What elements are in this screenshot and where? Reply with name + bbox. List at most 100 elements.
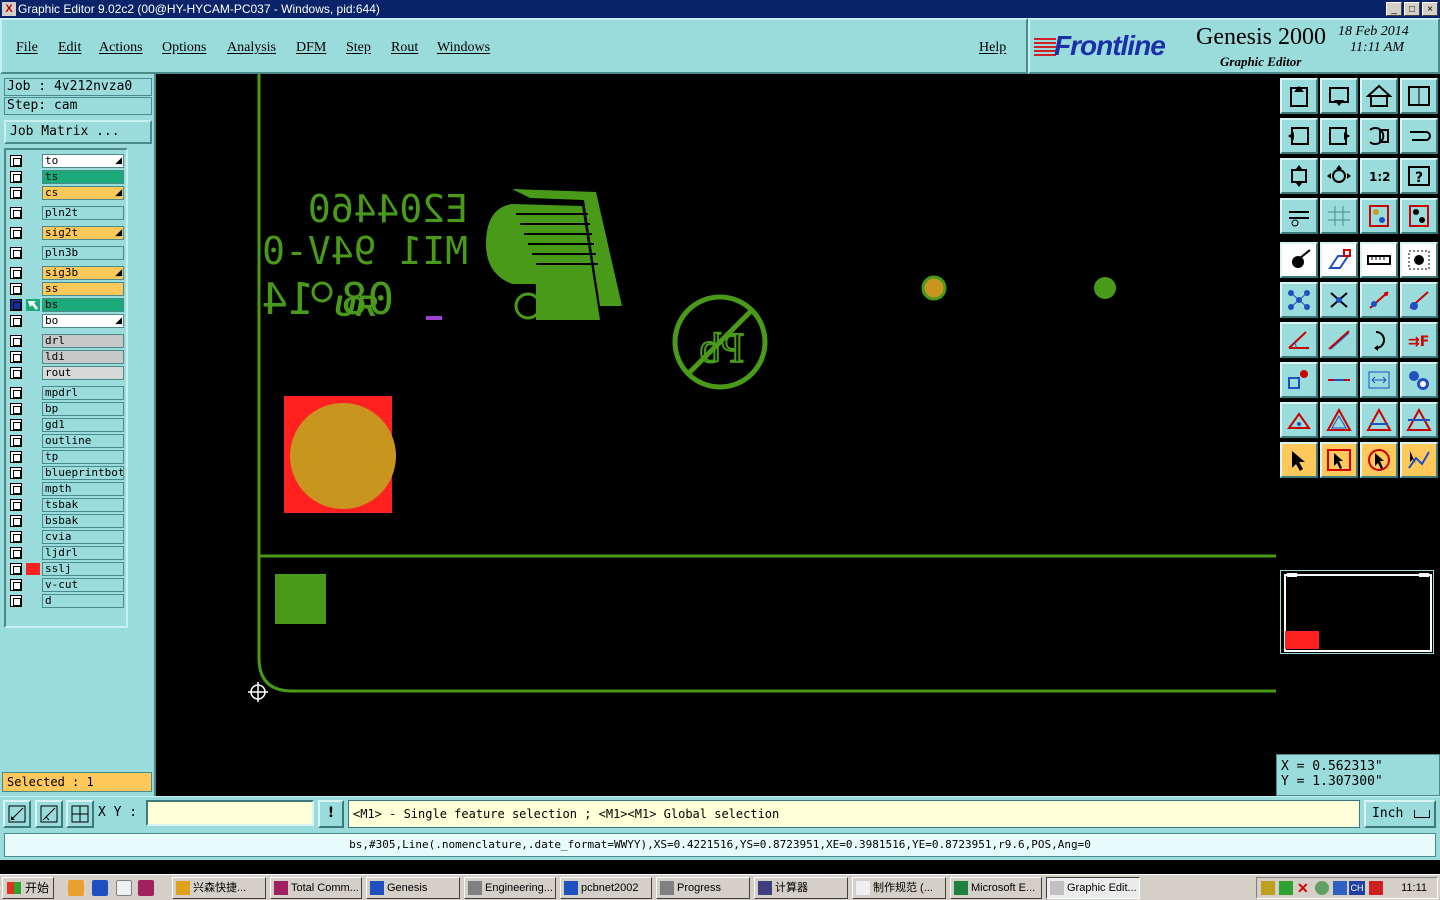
layer-checkbox[interactable] [10, 267, 22, 279]
via-pad[interactable] [921, 275, 947, 301]
layer-checkbox[interactable] [10, 403, 22, 415]
layer-row-d[interactable]: d [8, 594, 126, 608]
layer-checkbox[interactable] [10, 499, 22, 511]
taskbar-item[interactable]: Genesis [366, 877, 460, 899]
query-button[interactable]: ? [1400, 158, 1438, 194]
menu-file[interactable]: File [16, 40, 38, 56]
measure-box-button[interactable] [1360, 362, 1398, 398]
cross-snap-button[interactable] [1320, 282, 1358, 318]
menu-step[interactable]: Step [346, 40, 371, 56]
layers-color-button[interactable] [1360, 198, 1398, 234]
measure-ruler-button[interactable] [1360, 242, 1398, 278]
layer-name[interactable]: ljdrl [42, 546, 124, 560]
layer-row-ldi[interactable]: ldi [8, 350, 126, 364]
job-matrix-button[interactable]: Job Matrix ... [4, 120, 152, 144]
layer-name[interactable]: rout [42, 366, 124, 380]
taskbar-item[interactable]: Engineering... [464, 877, 556, 899]
add-shape-button[interactable] [1320, 242, 1358, 278]
taskbar-item[interactable]: pcbnet2002 [560, 877, 652, 899]
layer-name[interactable]: sslj [42, 562, 124, 576]
taskbar-item[interactable]: Total Comm... [270, 877, 362, 899]
layer-checkbox[interactable] [10, 207, 22, 219]
start-button[interactable]: 开始 [2, 877, 54, 899]
layer-row-sslj[interactable]: sslj [8, 562, 126, 576]
pen-tray-icon[interactable] [1261, 881, 1275, 895]
layer-name[interactable]: d [42, 594, 124, 608]
cluster-button[interactable] [1400, 362, 1438, 398]
input-lang-badge[interactable]: CH [1349, 881, 1365, 895]
large-pad[interactable] [290, 403, 396, 509]
layer-checkbox[interactable] [10, 283, 22, 295]
network-tray-icon[interactable] [1315, 881, 1329, 895]
layer-name[interactable]: cs [42, 186, 124, 200]
connect-nodes-button[interactable] [1280, 282, 1318, 318]
layer-name[interactable]: bsbak [42, 514, 124, 528]
menu-help[interactable]: Help [979, 40, 1006, 56]
layer-name[interactable]: pln2t [42, 206, 124, 220]
window-split-button[interactable] [1400, 78, 1438, 114]
layer-name[interactable]: drl [42, 334, 124, 348]
line-pad-button[interactable] [1400, 282, 1438, 318]
selected-feature-highlight[interactable] [426, 316, 442, 320]
layer-name[interactable]: tsbak [42, 498, 124, 512]
layer-checkbox[interactable] [10, 247, 22, 259]
pad-resize-button[interactable] [1280, 362, 1318, 398]
layer-checkbox[interactable] [10, 387, 22, 399]
select-pointer-button[interactable] [1280, 442, 1318, 478]
grid-button[interactable] [66, 800, 94, 828]
taskbar-item[interactable]: Progress [656, 877, 750, 899]
layer-name[interactable]: ss [42, 282, 124, 296]
zoom-fit-button[interactable] [1280, 158, 1318, 194]
layers-multi-button[interactable] [1400, 198, 1438, 234]
layer-row-tsbak[interactable]: tsbak [8, 498, 126, 512]
dash-line-button[interactable] [1320, 362, 1358, 398]
layer-checkbox[interactable] [10, 351, 22, 363]
close-tray-icon[interactable]: ✕ [1297, 881, 1309, 895]
layer-row-pln3b[interactable]: pln3b [8, 246, 126, 260]
slash-line-button[interactable] [1320, 322, 1358, 358]
arc-button[interactable] [1360, 322, 1398, 358]
home-view-button[interactable] [1360, 78, 1398, 114]
layer-row-pln2t[interactable]: pln2t [8, 206, 126, 220]
layer-name[interactable]: bo [42, 314, 124, 328]
layer-row-ts[interactable]: ts [8, 170, 126, 184]
layer-row-tp[interactable]: tp [8, 450, 126, 464]
layer-checkbox[interactable] [10, 547, 22, 559]
layer-name[interactable]: pln3b [42, 246, 124, 260]
layer-checkbox[interactable] [10, 419, 22, 431]
layer-checkbox[interactable] [10, 595, 22, 607]
select-box-button[interactable] [1320, 442, 1358, 478]
layer-name[interactable]: bp [42, 402, 124, 416]
layer-name[interactable]: mpth [42, 482, 124, 496]
taskbar-item[interactable]: Graphic Edit... [1046, 877, 1140, 899]
layer-name[interactable]: sig3b [42, 266, 124, 280]
layer-name[interactable]: ldi [42, 350, 124, 364]
taskbar-item[interactable]: 计算器 [754, 877, 848, 899]
home-button[interactable] [1280, 78, 1318, 114]
grid-button[interactable] [1320, 198, 1358, 234]
layer-name[interactable]: bs [42, 298, 124, 312]
snap-button[interactable] [3, 800, 31, 828]
graphic-canvas[interactable]: E204460 MI1 94V-0 08 14 UR Pb [156, 74, 1276, 796]
taskbar-item[interactable]: 制作规范 (... [852, 877, 946, 899]
layer-row-drl[interactable]: drl [8, 334, 126, 348]
layer-checkbox[interactable] [10, 515, 22, 527]
triangle-cut-button[interactable] [1400, 402, 1438, 438]
layer-name[interactable]: v-cut [42, 578, 124, 592]
layer-row-bsbak[interactable]: bsbak [8, 514, 126, 528]
layer-checkbox[interactable] [10, 227, 22, 239]
layer-checkbox[interactable] [10, 579, 22, 591]
layer-name[interactable]: blueprintbot [42, 466, 124, 480]
ime-tray-icon[interactable] [1369, 881, 1383, 895]
layer-checkbox[interactable] [10, 155, 22, 167]
layer-name[interactable]: mpdrl [42, 386, 124, 400]
select-circle-button[interactable] [1360, 442, 1398, 478]
pan-left-button[interactable] [1280, 118, 1318, 154]
layer-checkbox[interactable] [10, 467, 22, 479]
undo-view-button[interactable] [1360, 118, 1398, 154]
taskbar-item[interactable]: Microsoft E... [950, 877, 1042, 899]
layer-checkbox[interactable] [10, 435, 22, 447]
select-route-button[interactable] [1400, 442, 1438, 478]
layer-row-v-cut[interactable]: v-cut [8, 578, 126, 592]
square-pad[interactable] [275, 574, 326, 624]
